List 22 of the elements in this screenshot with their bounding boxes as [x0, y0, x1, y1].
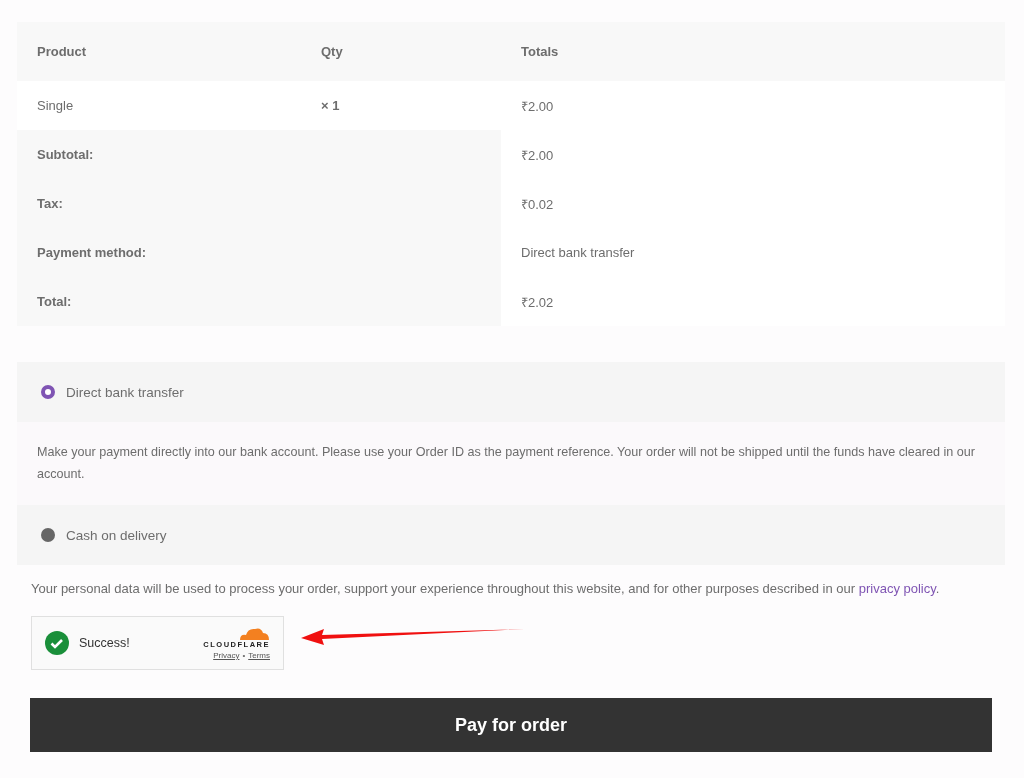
- privacy-notice: Your personal data will be used to process your order, support your experience throughout this website, and for other purposes described in our privacy policy.: [30, 580, 941, 596]
- radio-button[interactable]: [41, 385, 55, 399]
- payment-option[interactable]: Direct bank transfer: [17, 362, 1005, 422]
- total-label: Total:: [17, 277, 501, 326]
- cloud-icon: [238, 626, 270, 640]
- radio-button[interactable]: [41, 528, 55, 542]
- captcha-status: Success!: [79, 636, 131, 650]
- column-header: Product: [17, 22, 301, 81]
- total-label: Tax:: [17, 179, 501, 228]
- terms-link[interactable]: Terms: [248, 651, 270, 660]
- privacy-policy-link[interactable]: privacy policy: [858, 581, 936, 596]
- column-header: Totals: [501, 22, 1005, 81]
- check-icon: [45, 631, 69, 655]
- payment-option-label: Direct bank transfer: [66, 384, 184, 400]
- total-label: Payment method:: [17, 228, 501, 277]
- total-label: Subtotal:: [17, 130, 501, 179]
- pay-button[interactable]: Pay for order: [30, 698, 992, 752]
- separator-dot: •: [242, 651, 246, 660]
- privacy-link[interactable]: Privacy: [213, 651, 240, 660]
- payment-option[interactable]: Cash on delivery: [17, 505, 1005, 565]
- payment-option-label: Cash on delivery: [66, 527, 167, 543]
- column-header: Qty: [301, 22, 501, 81]
